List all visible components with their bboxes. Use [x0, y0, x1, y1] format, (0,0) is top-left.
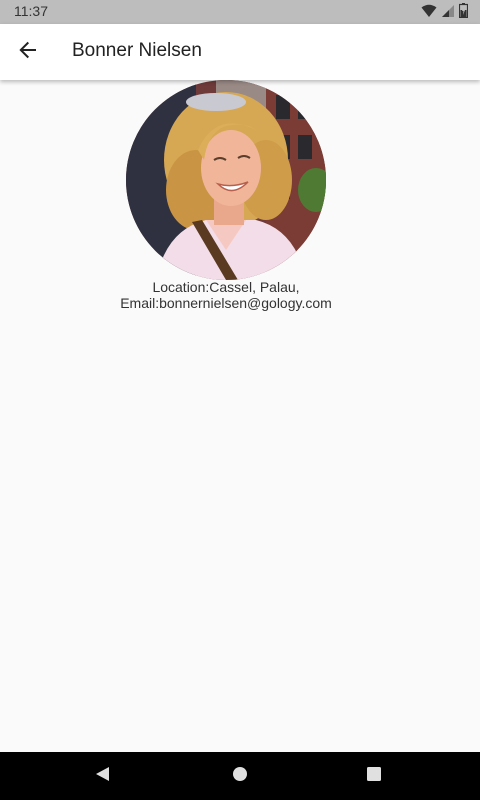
- screen: 11:37 Bonner Nielsen Location:Cassel, Pa…: [0, 0, 480, 800]
- status-icons: [421, 2, 469, 22]
- email-text: Email:bonnernielsen@gology.com: [120, 295, 332, 311]
- status-time: 11:37: [14, 3, 48, 19]
- cell-signal-icon: [441, 3, 455, 22]
- status-bar: 11:37: [0, 0, 480, 24]
- system-nav-bar: [0, 752, 480, 800]
- nav-home-icon: [232, 766, 248, 786]
- nav-back-icon: [94, 766, 110, 786]
- profile-info: Location:Cassel, Palau, Email:bonnerniel…: [0, 279, 452, 311]
- arrow-back-icon: [18, 40, 38, 64]
- nav-recents-icon: [366, 766, 382, 786]
- profile-photo: [126, 80, 326, 280]
- location-text: Location:Cassel, Palau,: [152, 279, 300, 295]
- nav-recents-button[interactable]: [362, 764, 386, 788]
- nav-home-button[interactable]: [228, 764, 252, 788]
- profile-content: Location:Cassel, Palau, Email:bonnerniel…: [0, 80, 480, 752]
- page-title: Bonner Nielsen: [72, 40, 202, 61]
- app-bar: Bonner Nielsen: [0, 24, 480, 80]
- nav-back-button[interactable]: [90, 764, 114, 788]
- back-button[interactable]: [8, 28, 48, 76]
- wifi-icon: [421, 3, 437, 22]
- battery-icon: [458, 2, 469, 22]
